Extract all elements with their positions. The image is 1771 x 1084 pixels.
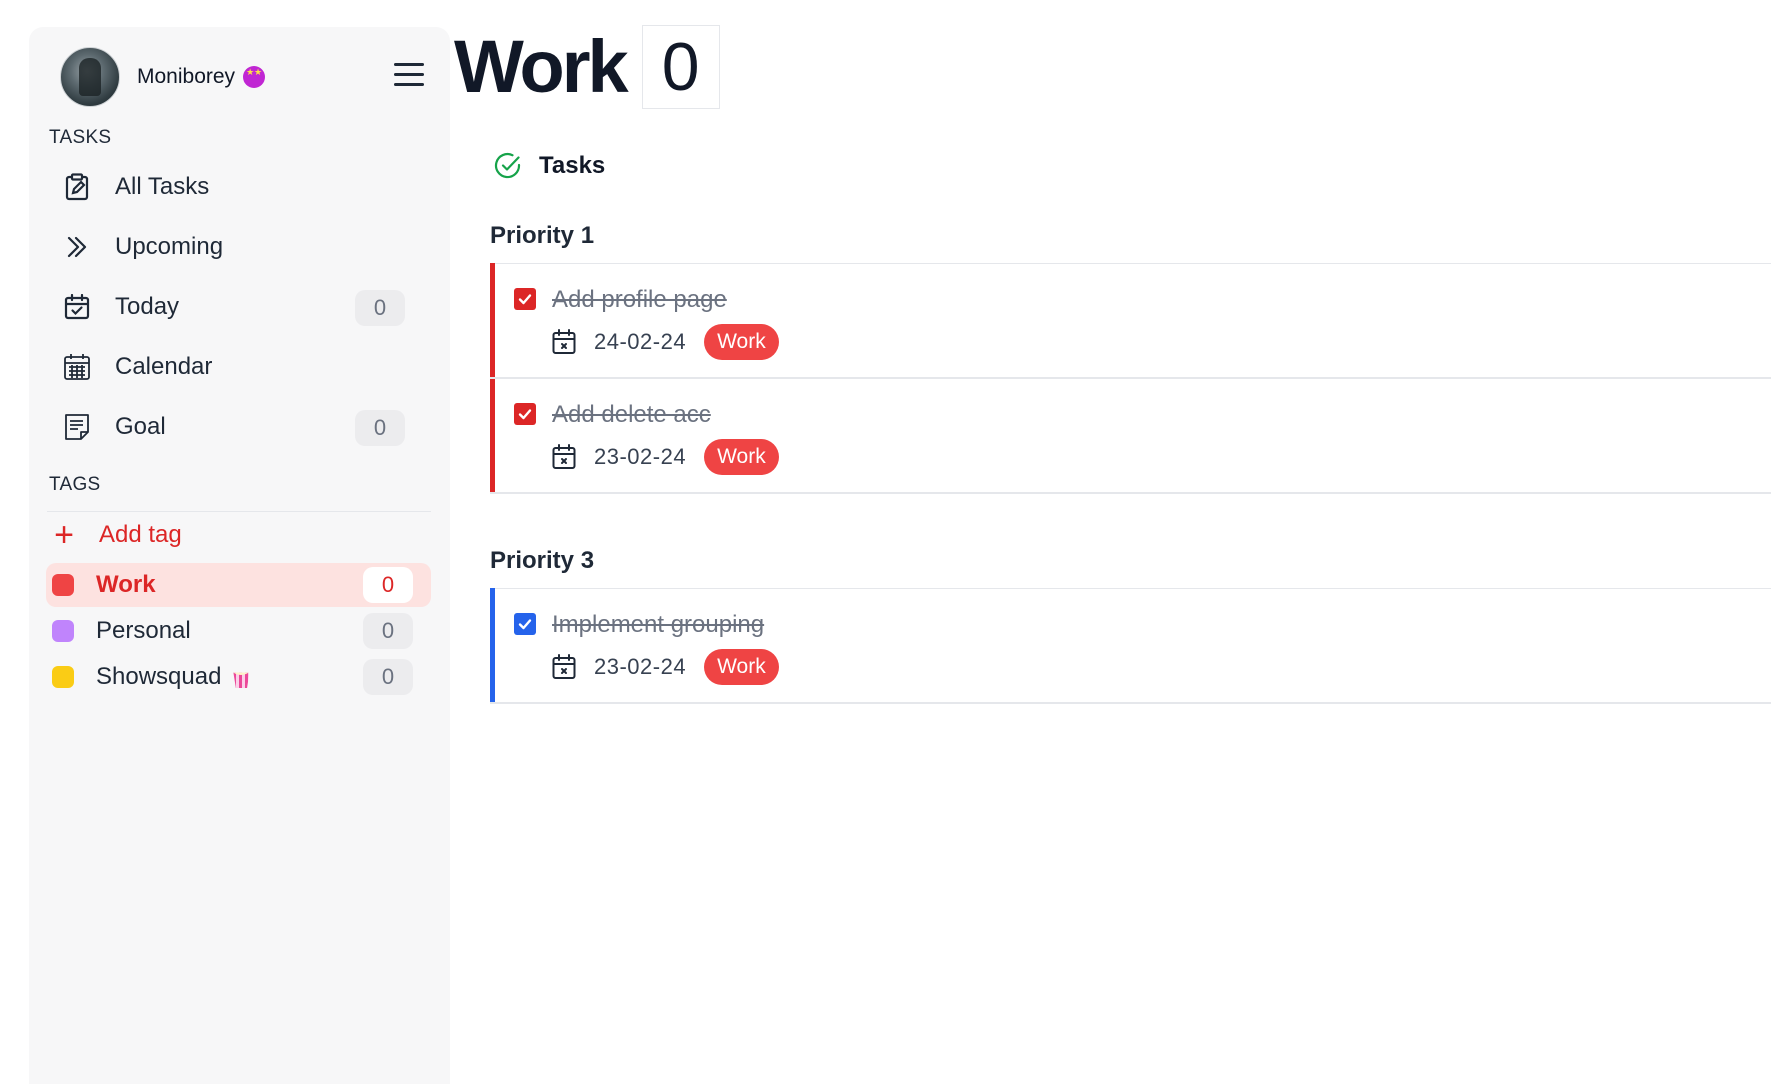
- nav-item-today[interactable]: Today 0: [57, 283, 423, 331]
- sidebar: Moniborey TASKS All Tasks Upcomi: [29, 27, 450, 1084]
- page-title-count: 0: [641, 25, 720, 109]
- task-checkbox[interactable]: [514, 613, 536, 635]
- task-item[interactable]: Add delete acc 23-02-24 Work: [490, 379, 1771, 494]
- priority-group-title: Priority 3: [490, 547, 595, 574]
- add-tag-label: Add tag: [99, 521, 182, 548]
- double-chevron-right-icon: [62, 232, 92, 262]
- task-item[interactable]: Implement grouping 23-02-24 Work: [490, 589, 1771, 704]
- check-icon: [518, 619, 532, 630]
- page-title: Work: [454, 25, 629, 108]
- priority-group-title: Priority 1: [490, 222, 595, 249]
- nav-item-calendar[interactable]: Calendar: [57, 343, 423, 391]
- tag-label: Showsquad: [96, 663, 222, 690]
- nav-label: Goal: [115, 413, 166, 440]
- task-due-date: 24-02-24: [594, 329, 687, 354]
- plus-icon: +: [54, 516, 74, 554]
- tag-color-dot: [52, 666, 74, 688]
- sidebar-divider: [47, 511, 431, 512]
- tag-count-badge: 0: [363, 613, 413, 649]
- tasks-section-header: Tasks: [494, 152, 605, 180]
- task-due-date: 23-02-24: [594, 654, 687, 679]
- task-tag-badge[interactable]: Work: [704, 439, 779, 475]
- task-meta: 24-02-24 Work: [552, 324, 779, 360]
- clipboard-edit-icon: [62, 172, 92, 202]
- tag-label-wrap: Personal: [96, 617, 191, 645]
- nav-label: All Tasks: [115, 173, 210, 200]
- user-profile[interactable]: Moniborey: [60, 46, 266, 108]
- calendar-due-icon: [552, 654, 576, 679]
- task-tag-badge[interactable]: Work: [704, 649, 779, 685]
- nav-item-upcoming[interactable]: Upcoming: [57, 223, 423, 271]
- username: Moniborey: [137, 65, 236, 88]
- tag-count-badge: 0: [363, 567, 413, 603]
- task-name[interactable]: Add profile page: [552, 286, 727, 314]
- nav-label: Calendar: [115, 353, 213, 380]
- menu-icon[interactable]: [394, 63, 424, 87]
- today-count-badge: 0: [355, 290, 405, 326]
- star-struck-emoji-icon: [243, 66, 266, 88]
- goal-count-badge: 0: [355, 410, 405, 446]
- task-checkbox[interactable]: [514, 288, 536, 310]
- task-due-date: 23-02-24: [594, 444, 687, 469]
- page-title-row: Work 0: [454, 22, 720, 112]
- add-tag-button[interactable]: + Add tag: [49, 515, 182, 555]
- tag-item-personal[interactable]: Personal 0: [46, 609, 431, 653]
- username-wrap: Moniborey: [137, 65, 266, 89]
- tasks-section-title: Tasks: [539, 152, 606, 179]
- task-name[interactable]: Add delete acc: [552, 401, 711, 429]
- tag-label: Personal: [96, 617, 191, 644]
- tag-count-badge: 0: [363, 659, 413, 695]
- nav-label: Upcoming: [115, 233, 224, 260]
- tag-color-dot: [52, 574, 74, 596]
- task-checkbox[interactable]: [514, 403, 536, 425]
- task-meta: 23-02-24 Work: [552, 439, 779, 475]
- nav-item-goal[interactable]: Goal 0: [57, 403, 423, 451]
- task-tag-badge[interactable]: Work: [704, 324, 779, 360]
- avatar: [60, 47, 120, 107]
- priority-group-3: Implement grouping 23-02-24 Work: [490, 588, 1771, 704]
- check-icon: [518, 294, 532, 305]
- calendar-due-icon: [552, 444, 576, 469]
- calendar-check-icon: [62, 292, 92, 322]
- task-nav: All Tasks Upcoming Today 0 Calendar Goal…: [57, 163, 423, 463]
- tag-color-dot: [52, 620, 74, 642]
- tag-label-wrap: Work: [96, 571, 156, 599]
- tag-item-showsquad[interactable]: Showsquad 0: [46, 655, 431, 699]
- tag-label-wrap: Showsquad: [96, 663, 250, 691]
- task-meta: 23-02-24 Work: [552, 649, 779, 685]
- priority-group-1: Add profile page 24-02-24 Work Add delet…: [490, 263, 1771, 494]
- tags-section-label: TAGS: [49, 474, 101, 495]
- task-name[interactable]: Implement grouping: [552, 611, 764, 639]
- tasks-section-label: TASKS: [49, 127, 112, 148]
- task-item[interactable]: Add profile page 24-02-24 Work: [490, 264, 1771, 379]
- check-circle-icon: [494, 152, 521, 179]
- calendar-grid-icon: [62, 352, 92, 382]
- note-icon: [62, 412, 92, 442]
- check-icon: [518, 409, 532, 420]
- tag-item-work[interactable]: Work 0: [46, 563, 431, 607]
- tag-list: Work 0 Personal 0 Showsquad 0: [46, 563, 431, 701]
- tag-label: Work: [96, 571, 156, 598]
- popcorn-emoji-icon: [233, 672, 250, 688]
- calendar-due-icon: [552, 329, 576, 354]
- nav-label: Today: [115, 293, 180, 320]
- nav-item-all-tasks[interactable]: All Tasks: [57, 163, 423, 211]
